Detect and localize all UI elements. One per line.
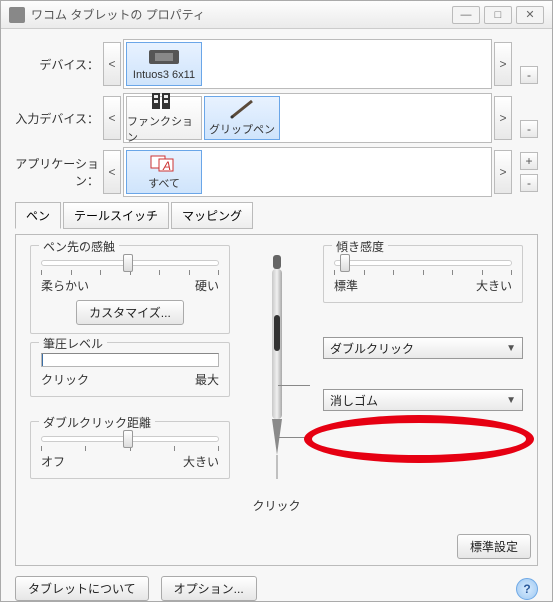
- app-all-label: すべて: [148, 175, 180, 191]
- tool-prev[interactable]: <: [103, 96, 121, 140]
- tab-mapping[interactable]: マッピング: [171, 202, 253, 229]
- device-remove[interactable]: -: [520, 66, 538, 84]
- tablet-icon: [144, 47, 184, 67]
- device-label: デバイス：: [15, 56, 103, 73]
- pressure-max: 最大: [195, 371, 219, 388]
- chevron-down-icon: ▼: [506, 343, 516, 354]
- tab-tail-switch[interactable]: テールスイッチ: [63, 202, 169, 229]
- device-card[interactable]: Intuos3 6x11: [126, 42, 202, 86]
- app-label: アプリケーション：: [15, 155, 103, 189]
- pressure-bar: [41, 353, 219, 367]
- app-prev[interactable]: <: [103, 150, 121, 194]
- app-add[interactable]: +: [520, 152, 538, 170]
- lower-combo-value: 消しゴム: [330, 392, 378, 409]
- pressure-title: 筆圧レベル: [39, 335, 107, 352]
- chevron-down-icon: ▼: [506, 395, 516, 406]
- tip-feel-min: 柔らかい: [41, 277, 89, 294]
- minimize-button[interactable]: —: [452, 6, 480, 24]
- help-button[interactable]: ?: [516, 578, 538, 600]
- tab-pane-pen: ペン先の感触 柔らかい 硬い カスタマイズ...: [15, 234, 538, 566]
- upper-combo-value: ダブルクリック: [330, 340, 414, 357]
- dbl-title: ダブルクリック距離: [39, 414, 155, 431]
- lower-button-combo[interactable]: 消しゴム ▼: [323, 389, 523, 411]
- tool-row: 入力デバイス： < ファンクション グリップペン >: [15, 93, 538, 143]
- device-row: デバイス： < Intuos3 6x11 > -: [15, 39, 538, 89]
- tool-label: 入力デバイス：: [15, 110, 103, 127]
- tilt-max: 大きい: [476, 277, 512, 294]
- app-next[interactable]: >: [494, 150, 512, 194]
- tip-feel-slider[interactable]: 柔らかい 硬い: [41, 260, 219, 294]
- tilt-group: 傾き感度 標準 大きい: [323, 245, 523, 303]
- options-button[interactable]: オプション...: [161, 576, 257, 601]
- tool-next[interactable]: >: [494, 96, 512, 140]
- tilt-min: 標準: [334, 277, 358, 294]
- tool-card-grip-pen[interactable]: グリップペン: [204, 96, 280, 140]
- device-strip: Intuos3 6x11: [123, 39, 492, 89]
- window: ワコム タブレットの プロパティ — □ ✕ デバイス： < Intuos3 6…: [0, 0, 553, 602]
- tip-feel-title: ペン先の感触: [39, 238, 119, 255]
- tip-feel-group: ペン先の感触 柔らかい 硬い カスタマイズ...: [30, 245, 230, 334]
- tool-functions-label: ファンクション: [127, 113, 201, 145]
- customize-button[interactable]: カスタマイズ...: [76, 300, 184, 325]
- dbl-min: オフ: [41, 453, 65, 470]
- tool-grip-pen-label: グリップペン: [209, 121, 275, 137]
- functions-icon: [144, 91, 184, 111]
- app-card-all[interactable]: A すべて: [126, 150, 202, 194]
- tool-card-functions[interactable]: ファンクション: [126, 96, 202, 140]
- pressure-min: クリック: [41, 371, 89, 388]
- tip-feel-max: 硬い: [195, 277, 219, 294]
- app-remove[interactable]: -: [520, 174, 538, 192]
- about-button[interactable]: タブレットについて: [15, 576, 149, 601]
- window-title: ワコム タブレットの プロパティ: [31, 6, 448, 23]
- device-next[interactable]: >: [494, 42, 512, 86]
- grip-pen-icon: [222, 99, 262, 119]
- tabs: ペン テールスイッチ マッピング: [15, 202, 538, 229]
- dbl-slider[interactable]: オフ 大きい: [41, 436, 219, 470]
- click-label: クリック: [252, 497, 300, 514]
- titlebar: ワコム タブレットの プロパティ — □ ✕: [1, 1, 552, 29]
- close-button[interactable]: ✕: [516, 6, 544, 24]
- defaults-button[interactable]: 標準設定: [457, 534, 531, 559]
- device-card-label: Intuos3 6x11: [133, 69, 195, 81]
- device-prev[interactable]: <: [103, 42, 121, 86]
- app-row: アプリケーション： < A すべて > + -: [15, 147, 538, 197]
- connector-line: [278, 385, 310, 386]
- tool-strip: ファンクション グリップペン: [123, 93, 492, 143]
- tilt-title: 傾き感度: [332, 238, 388, 255]
- dbl-max: 大きい: [183, 453, 219, 470]
- svg-text:A: A: [162, 159, 171, 173]
- pressure-group: 筆圧レベル クリック 最大: [30, 342, 230, 397]
- upper-button-combo[interactable]: ダブルクリック ▼: [323, 337, 523, 359]
- maximize-button[interactable]: □: [484, 6, 512, 24]
- double-click-group: ダブルクリック距離 オフ 大きい: [30, 421, 230, 479]
- tool-remove[interactable]: -: [520, 120, 538, 138]
- app-strip: A すべて: [123, 147, 492, 197]
- pen-graphic: [262, 255, 292, 485]
- tab-pen[interactable]: ペン: [15, 202, 61, 229]
- annotation-ring: [304, 415, 534, 463]
- all-apps-icon: A: [144, 153, 184, 173]
- app-icon: [9, 7, 25, 23]
- tilt-slider[interactable]: 標準 大きい: [334, 260, 512, 294]
